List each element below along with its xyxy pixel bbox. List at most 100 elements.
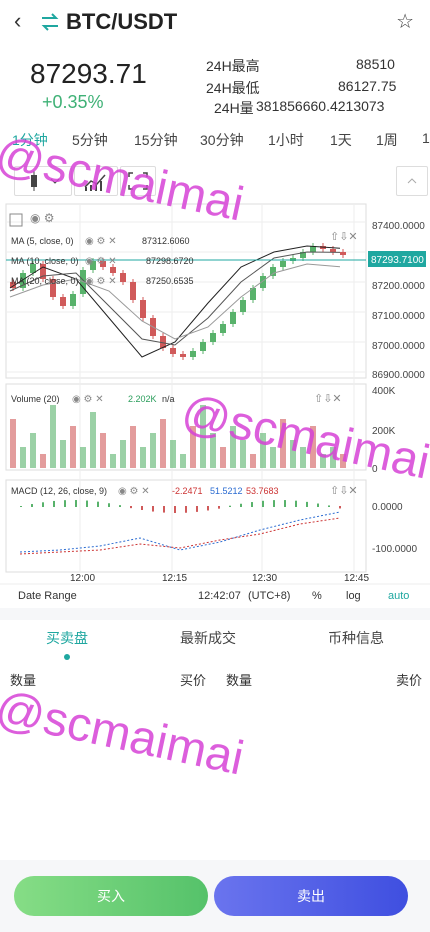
volume-bar — [240, 440, 246, 468]
macd-controls[interactable]: ◉ ⚙ ✕ — [118, 486, 150, 497]
macd-bar — [108, 503, 110, 507]
tab-30m[interactable]: 30分钟 — [200, 130, 244, 150]
macd-bar — [262, 500, 264, 507]
volume-bar — [220, 447, 226, 468]
swap-icon[interactable] — [40, 13, 60, 31]
volume-bar — [210, 433, 216, 468]
macd-line-2 — [19, 517, 341, 555]
macd-bar — [75, 500, 77, 507]
tab-5m[interactable]: 5分钟 — [72, 130, 108, 150]
volume-bar — [160, 419, 166, 468]
active-tab-dot — [64, 654, 70, 660]
price-tick-5: 86900.0000 — [372, 370, 425, 381]
volume-controls[interactable]: ◉ ⚙ ✕ — [72, 394, 104, 405]
high-label: 24H最高 — [206, 58, 260, 74]
ma20-value: 87250.6535 — [146, 276, 194, 286]
macd-hist: -2.2471 — [172, 486, 203, 496]
volume-bar — [80, 447, 86, 468]
volume-bar — [300, 447, 306, 468]
main-panel-buttons[interactable]: ⇧⇩✕ — [330, 231, 358, 243]
tab-coin-info[interactable]: 币种信息 — [328, 628, 384, 648]
ma5-controls[interactable]: ◉ ⚙ ✕ — [85, 236, 117, 247]
macd-bar — [306, 501, 308, 507]
volume-na: n/a — [162, 394, 175, 404]
tab-1d[interactable]: 1天 — [330, 130, 352, 150]
timezone[interactable]: (UTC+8) — [248, 590, 290, 602]
percent-toggle[interactable]: % — [312, 590, 322, 602]
indicator-button[interactable] — [74, 166, 118, 196]
col-qty: 数量 — [10, 673, 37, 688]
chevron-up-icon — [407, 178, 417, 184]
time-tick-3: 12:45 — [344, 573, 369, 584]
candle — [280, 261, 286, 267]
buy-button[interactable]: 买入 — [14, 876, 208, 916]
ma10-label: MA (10, close, 0) — [11, 256, 79, 266]
panel-toggle-icon[interactable] — [9, 213, 23, 227]
volume-bar — [310, 426, 316, 468]
macd-bar — [339, 506, 341, 509]
volume-panel-buttons[interactable]: ⇧⇩✕ — [314, 393, 342, 405]
volume-bar — [70, 426, 76, 468]
macd-bar — [42, 502, 44, 507]
macd-tick-1: -100.0000 — [372, 544, 417, 555]
time-tick-2: 12:30 — [252, 573, 277, 584]
volume-bar — [30, 433, 36, 468]
eye-icon[interactable]: ◉ ⚙ — [30, 211, 55, 225]
volume-bar — [40, 454, 46, 468]
chevron-left-icon[interactable]: ‹ — [14, 10, 21, 32]
volume-bar — [100, 433, 106, 468]
low-label: 24H最低 — [206, 80, 260, 96]
volume-value: 2.202K — [128, 394, 157, 404]
volume-bar — [120, 440, 126, 468]
price-tick-4: 87000.0000 — [372, 341, 425, 352]
candle — [130, 282, 136, 300]
volume-label: Volume (20) — [11, 394, 60, 404]
fullscreen-button[interactable] — [120, 166, 156, 196]
volume-bars-layer — [10, 405, 346, 468]
high-value: 88510 — [356, 56, 395, 72]
tab-1w[interactable]: 1周 — [376, 130, 398, 150]
auto-toggle[interactable]: auto — [388, 590, 409, 602]
ma5-label: MA (5, close, 0) — [11, 236, 74, 246]
tab-15m[interactable]: 15分钟 — [134, 130, 178, 150]
ma10-controls[interactable]: ◉ ⚙ ✕ — [85, 256, 117, 267]
volume-label: 24H量 — [214, 100, 254, 116]
ma5-value: 87312.6060 — [142, 236, 190, 246]
volume-bar — [280, 419, 286, 468]
macd-layer — [19, 500, 341, 555]
macd-bar — [130, 506, 132, 509]
macd-label: MACD (12, 26, close, 9) — [11, 486, 107, 496]
candle — [190, 351, 196, 357]
volume-bar — [260, 433, 266, 468]
candle — [230, 312, 236, 324]
candle — [110, 267, 116, 273]
tab-1m[interactable]: 1分钟 — [12, 130, 48, 150]
volume-tick-1: 200K — [372, 426, 396, 437]
tab-1h[interactable]: 1小时 — [268, 130, 304, 150]
volume-bar — [170, 440, 176, 468]
macd-bar — [20, 506, 22, 507]
ma20-controls[interactable]: ◉ ⚙ ✕ — [85, 276, 117, 287]
date-range-button[interactable]: Date Range — [18, 590, 77, 602]
chart-area[interactable]: 87293.7100 87400.0000 87200.0000 87100.0… — [0, 200, 430, 608]
candlestick-button[interactable] — [14, 166, 72, 196]
fullscreen-icon — [128, 172, 148, 190]
col-qty-2: 数量 — [226, 673, 253, 688]
clock-time: 12:42:07 — [198, 590, 241, 602]
macd-bar — [317, 503, 319, 507]
ticker-panel: 87293.71 +0.35% 24H最高 88510 24H最低 86127.… — [0, 44, 430, 124]
macd-panel-buttons[interactable]: ⇧⇩✕ — [330, 485, 358, 497]
tab-latest-trades[interactable]: 最新成交 — [180, 628, 236, 648]
candle — [140, 300, 146, 318]
star-icon[interactable]: ☆ — [396, 9, 414, 34]
volume-bar — [250, 454, 256, 468]
volume-bar — [290, 440, 296, 468]
pair-title: BTC/USDT — [66, 9, 178, 34]
tab-orderbook[interactable]: 买卖盘 — [46, 628, 88, 648]
volume-bar — [50, 405, 56, 468]
sell-button[interactable]: 卖出 — [214, 876, 408, 916]
tab-more[interactable]: 1 — [422, 130, 430, 146]
collapse-button[interactable] — [396, 166, 428, 196]
kline-chart[interactable]: 87293.7100 87400.0000 87200.0000 87100.0… — [0, 200, 430, 608]
log-toggle[interactable]: log — [346, 590, 361, 602]
